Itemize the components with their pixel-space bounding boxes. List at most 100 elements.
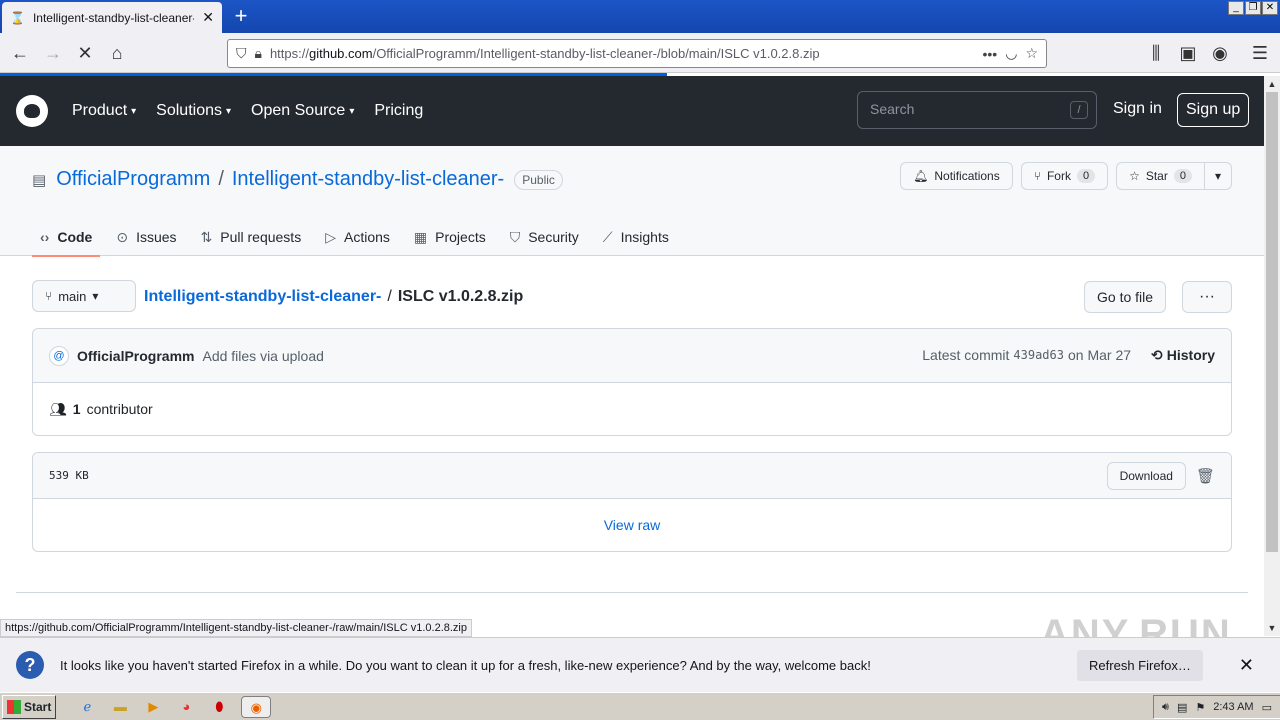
window-close-button[interactable]: ✕ (1262, 1, 1278, 15)
tab-security[interactable]: ⛉ Security (502, 218, 587, 256)
lock-icon[interactable]: 🔒︎ (255, 45, 262, 62)
clock[interactable]: 2:43 AM (1213, 701, 1253, 713)
forward-button[interactable]: → (39, 39, 67, 67)
opera-icon[interactable]: ⬮ (208, 696, 230, 718)
history-link[interactable]: ⟲ History (1151, 347, 1215, 364)
search-input[interactable]: Search / (857, 91, 1097, 129)
play-icon: ▷ (325, 228, 336, 245)
repo-icon: ▤ (32, 171, 47, 189)
taskbar: Start ℯ ▬ ▶ ◕ ⬮ ◉ 🔊︎ ▤ ⚑ 2:43 AM ▭ (0, 692, 1280, 720)
issue-icon: ⊙ (116, 228, 129, 245)
refresh-firefox-button[interactable]: Refresh Firefox… (1077, 649, 1203, 681)
chevron-down-icon: ▾ (1214, 169, 1221, 183)
maximize-button[interactable]: ❐ (1245, 1, 1261, 15)
star-dropdown-button[interactable]: ▾ (1204, 162, 1232, 190)
repo-owner-link[interactable]: OfficialProgramm (56, 168, 210, 191)
browser-tab[interactable]: ⌛ Intelligent-standby-list-cleaner-/ISLC… (2, 2, 222, 33)
url-bar[interactable]: ⛉ 🔒︎ https://github.com/OfficialProgramm… (227, 39, 1047, 68)
sign-in-link[interactable]: Sign in (1113, 100, 1162, 118)
firefox-icon[interactable]: ◉ (241, 695, 272, 718)
github-logo-icon[interactable] (16, 95, 48, 127)
tab-projects[interactable]: ▦ Projects (406, 218, 494, 256)
breadcrumb-repo-link[interactable]: Intelligent-standby-list-cleaner- (144, 288, 381, 306)
tab-code[interactable]: ‹› Code (32, 218, 101, 257)
commit-meta: Latest commit 439ad63 on Mar 27 (922, 347, 1132, 364)
branch-icon: ⑂ (45, 289, 53, 303)
url-text[interactable]: https://github.com/OfficialProgramm/Inte… (270, 46, 975, 61)
nav-pricing[interactable]: Pricing (374, 102, 423, 120)
back-button[interactable]: ← (6, 39, 34, 67)
new-tab-button[interactable]: + (228, 2, 254, 30)
pocket-icon[interactable]: ◡ (1005, 45, 1017, 62)
go-to-file-button[interactable]: Go to file (1084, 281, 1167, 313)
commit-date: on Mar 27 (1067, 347, 1132, 363)
scroll-down-icon[interactable]: ▼ (1264, 620, 1280, 636)
tab-actions[interactable]: ▷ Actions (317, 218, 398, 256)
browser-navbar: ← → ✕ ⌂ ⛉ 🔒︎ https://github.com/Official… (0, 33, 1280, 73)
fork-button[interactable]: ⑂ Fork 0 (1020, 162, 1109, 190)
star-group: ☆ Star 0 ▾ (1116, 162, 1232, 190)
commit-box: @ OfficialProgramm Add files via upload … (32, 328, 1232, 436)
account-icon[interactable]: ◉ (1206, 39, 1234, 67)
download-button[interactable]: Download (1106, 461, 1186, 490)
minimize-button[interactable]: _ (1228, 1, 1244, 15)
home-icon[interactable]: ⌂ (103, 39, 131, 67)
github-header: Product ▾ Solutions ▾ Open Source ▾ Pricing… (0, 76, 1264, 146)
shield-icon[interactable]: ⛉ (236, 45, 247, 62)
page-actions-icon[interactable]: ••• (983, 46, 998, 62)
history-icon: ⟲ (1151, 347, 1163, 363)
repo-actions: 🔔︎ Notifications ⑂ Fork 0 ☆ Star 0 ▾ (900, 162, 1232, 190)
contributors-row[interactable]: 👥︎ 1 contributor (33, 383, 1231, 435)
ie-icon[interactable]: ℯ (76, 696, 98, 718)
scroll-up-icon[interactable]: ▲ (1264, 76, 1280, 92)
tab-insights[interactable]: ⟋ Insights (595, 218, 677, 256)
volume-icon[interactable]: 🔊︎ (1162, 701, 1169, 714)
start-button[interactable]: Start (2, 694, 57, 719)
chevron-down-icon: ▾ (349, 105, 355, 117)
tab-pull-requests[interactable]: ⇅ Pull requests (193, 218, 310, 256)
library-icon[interactable]: ⫼ (1142, 39, 1170, 67)
folder-icon[interactable]: ▬ (109, 696, 131, 718)
commit-message[interactable]: Add files via upload (202, 348, 323, 364)
chrome-icon[interactable]: ◕ (175, 696, 197, 718)
search-shortcut-key: / (1070, 101, 1088, 119)
nav-product[interactable]: Product ▾ (72, 102, 136, 120)
network-icon[interactable]: ▤ (1177, 701, 1187, 714)
more-options-button[interactable]: ··· (1182, 281, 1232, 313)
flag-icon[interactable]: ⚑ (1195, 701, 1205, 714)
chevron-down-icon: ▾ (226, 105, 232, 117)
page-scrollbar[interactable]: ▲ ▼ (1264, 76, 1280, 636)
media-player-icon[interactable]: ▶ (142, 696, 164, 718)
branch-select-button[interactable]: ⑂ main ▾ (32, 280, 136, 312)
browser-titlebar: ⌛ Intelligent-standby-list-cleaner-/ISLC… (0, 0, 1280, 33)
status-url: https://github.com/OfficialProgramm/Inte… (0, 619, 472, 637)
sidebar-icon[interactable]: ▣ (1174, 39, 1202, 67)
view-raw-link[interactable]: View raw (33, 499, 1231, 551)
footer-divider (16, 592, 1248, 593)
code-icon: ‹› (40, 229, 50, 245)
repo-title: ▤ OfficialProgramm / Intelligent-standby… (32, 168, 563, 191)
avatar[interactable]: @ (49, 345, 69, 366)
close-icon[interactable]: ✕ (202, 9, 214, 26)
tab-issues[interactable]: ⊙ Issues (108, 218, 184, 256)
commit-author[interactable]: OfficialProgramm (77, 348, 194, 364)
chevron-down-icon: ▾ (131, 105, 137, 117)
star-button[interactable]: ☆ Star 0 (1116, 162, 1205, 190)
scrollbar-thumb[interactable] (1266, 92, 1278, 552)
sign-up-button[interactable]: Sign up (1177, 93, 1250, 127)
shield-icon: ⛉ (509, 228, 521, 245)
notifications-button[interactable]: 🔔︎ Notifications (900, 162, 1013, 190)
stop-button[interactable]: ✕ (71, 39, 99, 67)
graph-icon: ⟋ (602, 228, 613, 245)
commit-sha[interactable]: 439ad63 (1013, 347, 1064, 364)
close-icon[interactable]: ✕ (1239, 655, 1254, 676)
nav-open-source[interactable]: Open Source ▾ (251, 102, 354, 120)
menu-icon[interactable]: ☰ (1246, 39, 1274, 67)
desktop-icon[interactable]: ▭ (1262, 701, 1272, 714)
visibility-badge: Public (514, 169, 563, 190)
windows-flag-icon (7, 699, 21, 714)
trash-icon[interactable]: 🗑︎ (1196, 467, 1215, 485)
bookmark-star-icon[interactable]: ☆ (1025, 45, 1038, 62)
repo-name-link[interactable]: Intelligent-standby-list-cleaner- (232, 168, 504, 191)
nav-solutions[interactable]: Solutions ▾ (156, 102, 231, 120)
